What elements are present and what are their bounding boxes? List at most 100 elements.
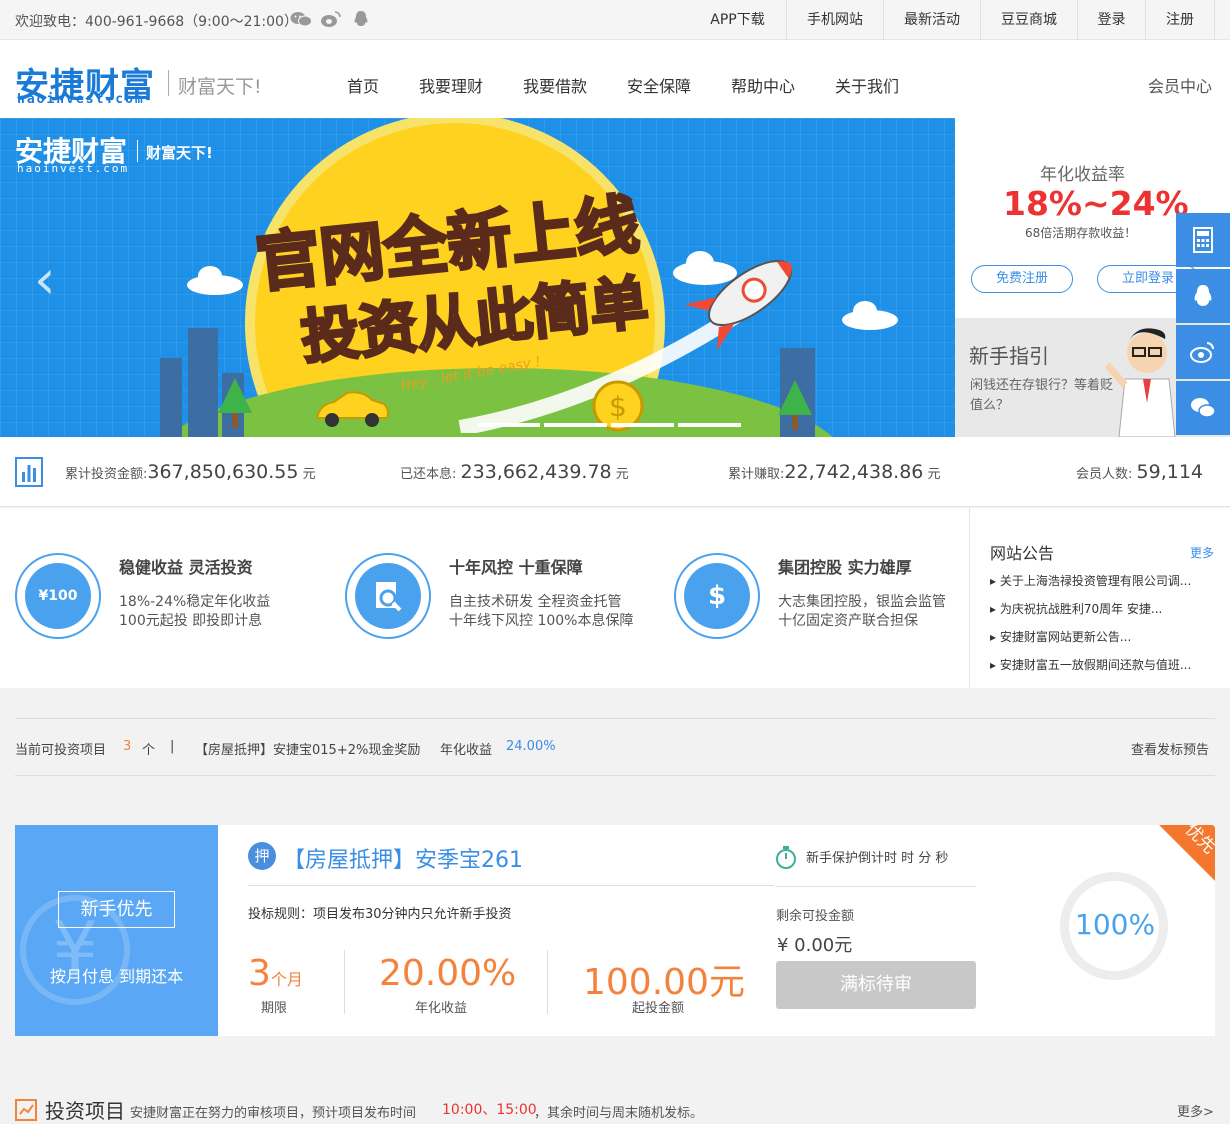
bid-preview-link[interactable]: 查看发标预告 bbox=[1131, 739, 1209, 758]
cloud-icon bbox=[842, 301, 898, 330]
qq-icon[interactable] bbox=[1176, 269, 1230, 323]
full-pending-review-button[interactable]: 满标待审 bbox=[776, 961, 976, 1009]
login-link[interactable]: 登录 bbox=[1077, 0, 1145, 40]
envelope-money-icon: ¥100 bbox=[15, 553, 101, 639]
wechat-icon[interactable] bbox=[290, 10, 312, 32]
stat-label: 累计投资金额: bbox=[65, 467, 148, 482]
bid-rule: 投标规则：项目发布30分钟内只允许新手投资 bbox=[248, 907, 512, 922]
feature-line: 十亿固定资产联合担保 bbox=[778, 613, 918, 629]
features-section: ¥100 稳健收益 灵活投资 18%-24%稳定年化收益 100元起投 即投即计… bbox=[0, 508, 970, 688]
newbie-priority-tag: 新手优先 bbox=[58, 891, 175, 928]
annual-rate-label: 年化收益 bbox=[415, 1001, 468, 1016]
yield-rate: 18%~24% bbox=[1003, 184, 1189, 223]
banner-prev-arrow[interactable]: ‹ bbox=[34, 248, 56, 311]
card-separator bbox=[547, 950, 548, 1014]
tree-icon bbox=[218, 378, 252, 428]
current-rate-label: 年化收益 bbox=[440, 743, 493, 758]
term-unit: 个月 bbox=[270, 970, 303, 989]
announcement-item[interactable]: ▸ 安捷财富五一放假期间还款与值班... bbox=[990, 656, 1191, 673]
current-project-link[interactable]: 【房屋抵押】安捷宝015+2%现金奖励 bbox=[195, 739, 420, 758]
feature-line: 大志集团控股，银监会监管 bbox=[778, 594, 946, 610]
announcement-item[interactable]: ▸ 为庆祝抗战胜利70周年 安捷... bbox=[990, 600, 1162, 617]
mall-link[interactable]: 豆豆商城 bbox=[980, 0, 1077, 40]
qq-icon[interactable] bbox=[352, 10, 370, 32]
promo-banner[interactable]: $ 安捷财富 haoinvest.com 财富天下! 官网全新上线 投资从此简单… bbox=[0, 118, 955, 437]
stopwatch-icon bbox=[776, 846, 796, 869]
newbie-countdown: 新手保护倒计时 时 分 秒 bbox=[806, 851, 949, 866]
carousel-dot[interactable] bbox=[477, 423, 540, 427]
site-header: 安捷财富 haoinvest.com 财富天下! 首页 我要理财 我要借款 安全… bbox=[0, 40, 1230, 118]
carousel-dot[interactable] bbox=[678, 423, 741, 427]
feature-line: 十年线下风控 100%本息保障 bbox=[449, 613, 634, 629]
app-download-link[interactable]: APP下载 bbox=[689, 0, 786, 40]
banner-slogan: 财富天下! bbox=[146, 144, 213, 162]
nav-help[interactable]: 帮助中心 bbox=[731, 73, 795, 97]
remaining-amount-label: 剩余可投金额 bbox=[776, 909, 855, 924]
register-link[interactable]: 注册 bbox=[1145, 0, 1215, 40]
banner-logo-divider bbox=[137, 140, 138, 162]
free-register-button[interactable]: 免费注册 bbox=[971, 265, 1073, 293]
carousel-dot[interactable] bbox=[544, 423, 607, 427]
stat-label: 累计赚取: bbox=[728, 467, 785, 482]
nav-invest[interactable]: 我要理财 bbox=[419, 73, 483, 97]
stat-label: 会员人数: bbox=[1076, 467, 1133, 482]
weibo-icon[interactable] bbox=[320, 10, 342, 32]
current-rate: 24.00% bbox=[506, 739, 556, 754]
stat-value: 367,850,630.55 bbox=[147, 461, 299, 483]
announcement-item[interactable]: ▸ 关于上海浩禄投资管理有限公司调... bbox=[990, 572, 1191, 589]
current-divider: | bbox=[170, 739, 175, 754]
remaining-amount: ¥ 0.00元 bbox=[777, 935, 853, 956]
announcement-text[interactable]: 安捷财富网站更新公告... bbox=[1000, 630, 1131, 644]
member-center-link[interactable]: 会员中心 bbox=[1148, 73, 1212, 97]
investment-times: 10:00、15:00 bbox=[442, 1102, 537, 1118]
latest-activity-link[interactable]: 最新活动 bbox=[883, 0, 980, 40]
carousel-dot[interactable] bbox=[611, 423, 674, 427]
announcements-title: 网站公告 bbox=[990, 544, 1055, 563]
feature-line: 自主技术研发 全程资金托管 bbox=[449, 594, 622, 610]
announcement-item[interactable]: ▸ 安捷财富网站更新公告... bbox=[990, 628, 1131, 645]
feature-title: 十年风控 十重保障 bbox=[449, 558, 583, 577]
card-divider bbox=[248, 885, 774, 886]
announcement-text[interactable]: 安捷财富五一放假期间还款与值班... bbox=[1000, 658, 1191, 672]
feature-line: 18%-24%稳定年化收益 bbox=[119, 594, 271, 610]
logo-slogan: 财富天下! bbox=[178, 76, 262, 98]
feature-title: 稳健收益 灵活投资 bbox=[119, 558, 253, 577]
stat-unit: 元 bbox=[615, 467, 629, 482]
logo-domain: haoinvest.com bbox=[17, 92, 145, 107]
announcements-more-link[interactable]: 更多 bbox=[1190, 544, 1214, 561]
stats-chart-icon bbox=[15, 457, 43, 487]
calculator-icon[interactable] bbox=[1176, 213, 1230, 267]
platform-stats-bar: 累计投资金额:367,850,630.55 元 已还本息: 233,662,43… bbox=[0, 437, 1230, 507]
investment-section-header: 投资项目 安捷财富正在努力的审核项目，预计项目发布时间 10:00、15:00 … bbox=[15, 1093, 1215, 1123]
current-label: 当前可投资项目 bbox=[15, 743, 107, 758]
headline-red-text: 简单 bbox=[527, 266, 652, 349]
document-search-icon bbox=[345, 553, 431, 639]
current-count-unit: 个 bbox=[142, 743, 156, 758]
product-name-link[interactable]: 【房屋抵押】安季宝261 bbox=[283, 842, 523, 874]
nav-about[interactable]: 关于我们 bbox=[835, 73, 899, 97]
nav-home[interactable]: 首页 bbox=[347, 73, 379, 97]
stat-value: 22,742,438.86 bbox=[784, 461, 924, 483]
hotline-text: 欢迎致电：400-961-9668（9:00～21:00） bbox=[15, 14, 298, 30]
payment-method: 按月付息 到期还本 bbox=[50, 967, 184, 986]
stat-unit: 元 bbox=[927, 467, 941, 482]
stat-label: 已还本息: bbox=[400, 467, 457, 482]
announcement-text[interactable]: 为庆祝抗战胜利70周年 安捷... bbox=[1000, 602, 1163, 616]
stat-unit: 元 bbox=[302, 467, 316, 482]
nav-security[interactable]: 安全保障 bbox=[627, 73, 691, 97]
svg-text:$: $ bbox=[609, 390, 627, 423]
stat-total-invest: 累计投资金额:367,850,630.55 元 bbox=[65, 461, 316, 483]
stat-value: 59,114 bbox=[1136, 461, 1204, 483]
mobile-site-link[interactable]: 手机网站 bbox=[786, 0, 883, 40]
money-bag-icon: $ bbox=[674, 553, 760, 639]
card-divider bbox=[776, 886, 976, 887]
product-card[interactable]: ¥ 新手优先 按月付息 到期还本 押 【房屋抵押】安季宝261 投标规则：项目发… bbox=[15, 825, 1215, 1036]
wechat-icon[interactable] bbox=[1176, 381, 1230, 435]
stat-earned: 累计赚取:22,742,438.86 元 bbox=[728, 461, 941, 483]
investment-desc-2: ，其余时间与周末随机发标。 bbox=[534, 1106, 704, 1121]
term-value: 3个月 bbox=[248, 953, 303, 994]
announcement-text[interactable]: 关于上海浩禄投资管理有限公司调... bbox=[1000, 574, 1191, 588]
investment-more-link[interactable]: 更多> bbox=[1177, 1101, 1214, 1120]
nav-borrow[interactable]: 我要借款 bbox=[523, 73, 587, 97]
weibo-icon[interactable] bbox=[1176, 325, 1230, 379]
